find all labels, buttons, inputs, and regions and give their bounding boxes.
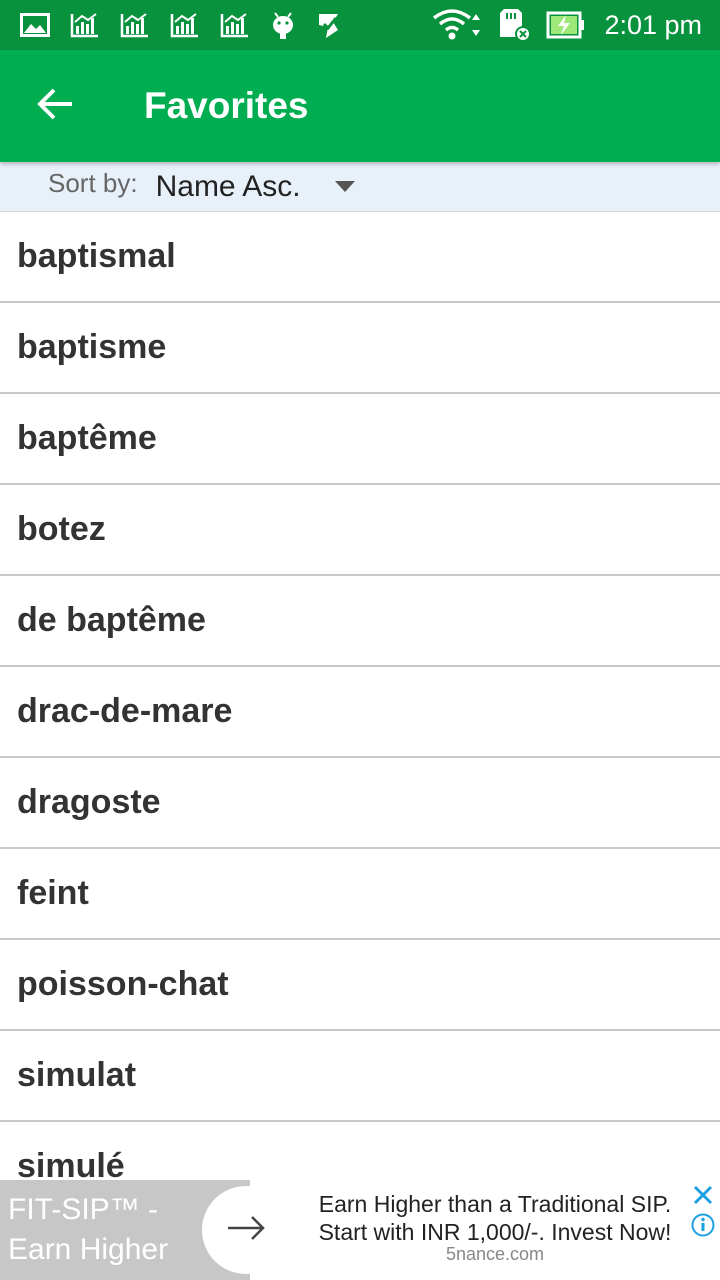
- list-item-label: simulat: [17, 1056, 137, 1094]
- list-item[interactable]: dragoste: [0, 758, 720, 849]
- sort-dropdown[interactable]: Name Asc.: [156, 170, 355, 204]
- chart-icon: [220, 12, 250, 38]
- list-item-label: de baptême: [17, 601, 206, 639]
- ad-body: Earn Higher than a Traditional SIP. Star…: [300, 1190, 690, 1246]
- list-item[interactable]: simulé: [0, 1122, 720, 1180]
- list-item[interactable]: drac-de-mare: [0, 667, 720, 758]
- ad-headline-line2: Earn Higher: [8, 1233, 169, 1266]
- list-item[interactable]: baptême: [0, 394, 720, 485]
- ad-body-line2: Start with INR 1,000/-. Invest Now!: [318, 1219, 672, 1245]
- android-icon: [270, 10, 296, 40]
- list-item[interactable]: poisson-chat: [0, 940, 720, 1031]
- sort-label: Sort by:: [48, 168, 138, 198]
- chart-icon: [170, 12, 200, 38]
- ad-domain: 5nance.com: [445, 1244, 545, 1264]
- back-button[interactable]: [0, 50, 110, 162]
- image-icon: [20, 13, 50, 37]
- favorites-list[interactable]: baptismal baptisme baptême botez de bapt…: [0, 212, 720, 1180]
- wifi-icon: [432, 8, 484, 42]
- ad-headline-line1: FIT-SIP™ -: [8, 1193, 158, 1226]
- ad-body-line1: Earn Higher than a Traditional SIP.: [318, 1191, 672, 1217]
- check-icon: [316, 12, 344, 38]
- list-item-label: baptismal: [17, 237, 176, 275]
- battery-charging-icon: [546, 11, 586, 39]
- sort-value: Name Asc.: [155, 169, 301, 203]
- list-item-label: drac-de-mare: [17, 692, 233, 730]
- ad-open-button[interactable]: [202, 1186, 290, 1274]
- status-bar: 2:01 pm: [0, 0, 720, 50]
- caret-down-icon: [334, 181, 355, 192]
- arrow-right-icon: [226, 1213, 266, 1248]
- list-item-label: dragoste: [17, 783, 161, 821]
- sd-card-icon: [498, 7, 532, 43]
- close-icon: [693, 1185, 713, 1210]
- ad-info-button[interactable]: [690, 1213, 716, 1242]
- list-item[interactable]: baptismal: [0, 212, 720, 303]
- arrow-back-icon: [36, 87, 74, 126]
- info-icon: [691, 1213, 715, 1242]
- list-item-label: baptisme: [17, 328, 167, 366]
- sort-bar: Sort by: Name Asc.: [0, 162, 720, 212]
- list-item-label: poisson-chat: [17, 965, 229, 1003]
- list-item-label: feint: [17, 874, 89, 912]
- list-item-label: simulé: [17, 1147, 125, 1180]
- list-item[interactable]: simulat: [0, 1031, 720, 1122]
- chart-icon: [120, 12, 150, 38]
- chart-icon: [70, 12, 100, 38]
- app-bar: Favorites: [0, 50, 720, 162]
- page-title: Favorites: [144, 85, 309, 126]
- ad-banner[interactable]: FIT-SIP™ - Earn Higher Earn Higher than …: [0, 1180, 720, 1280]
- ad-headline: FIT-SIP™ - Earn Higher: [8, 1190, 208, 1270]
- list-item[interactable]: feint: [0, 849, 720, 940]
- status-time: 2:01 pm: [604, 9, 702, 40]
- list-item[interactable]: botez: [0, 485, 720, 576]
- list-item[interactable]: baptisme: [0, 303, 720, 394]
- list-item-label: baptême: [17, 419, 157, 457]
- list-item-label: botez: [17, 510, 106, 548]
- ad-close-button[interactable]: [690, 1184, 716, 1210]
- list-item[interactable]: de baptême: [0, 576, 720, 667]
